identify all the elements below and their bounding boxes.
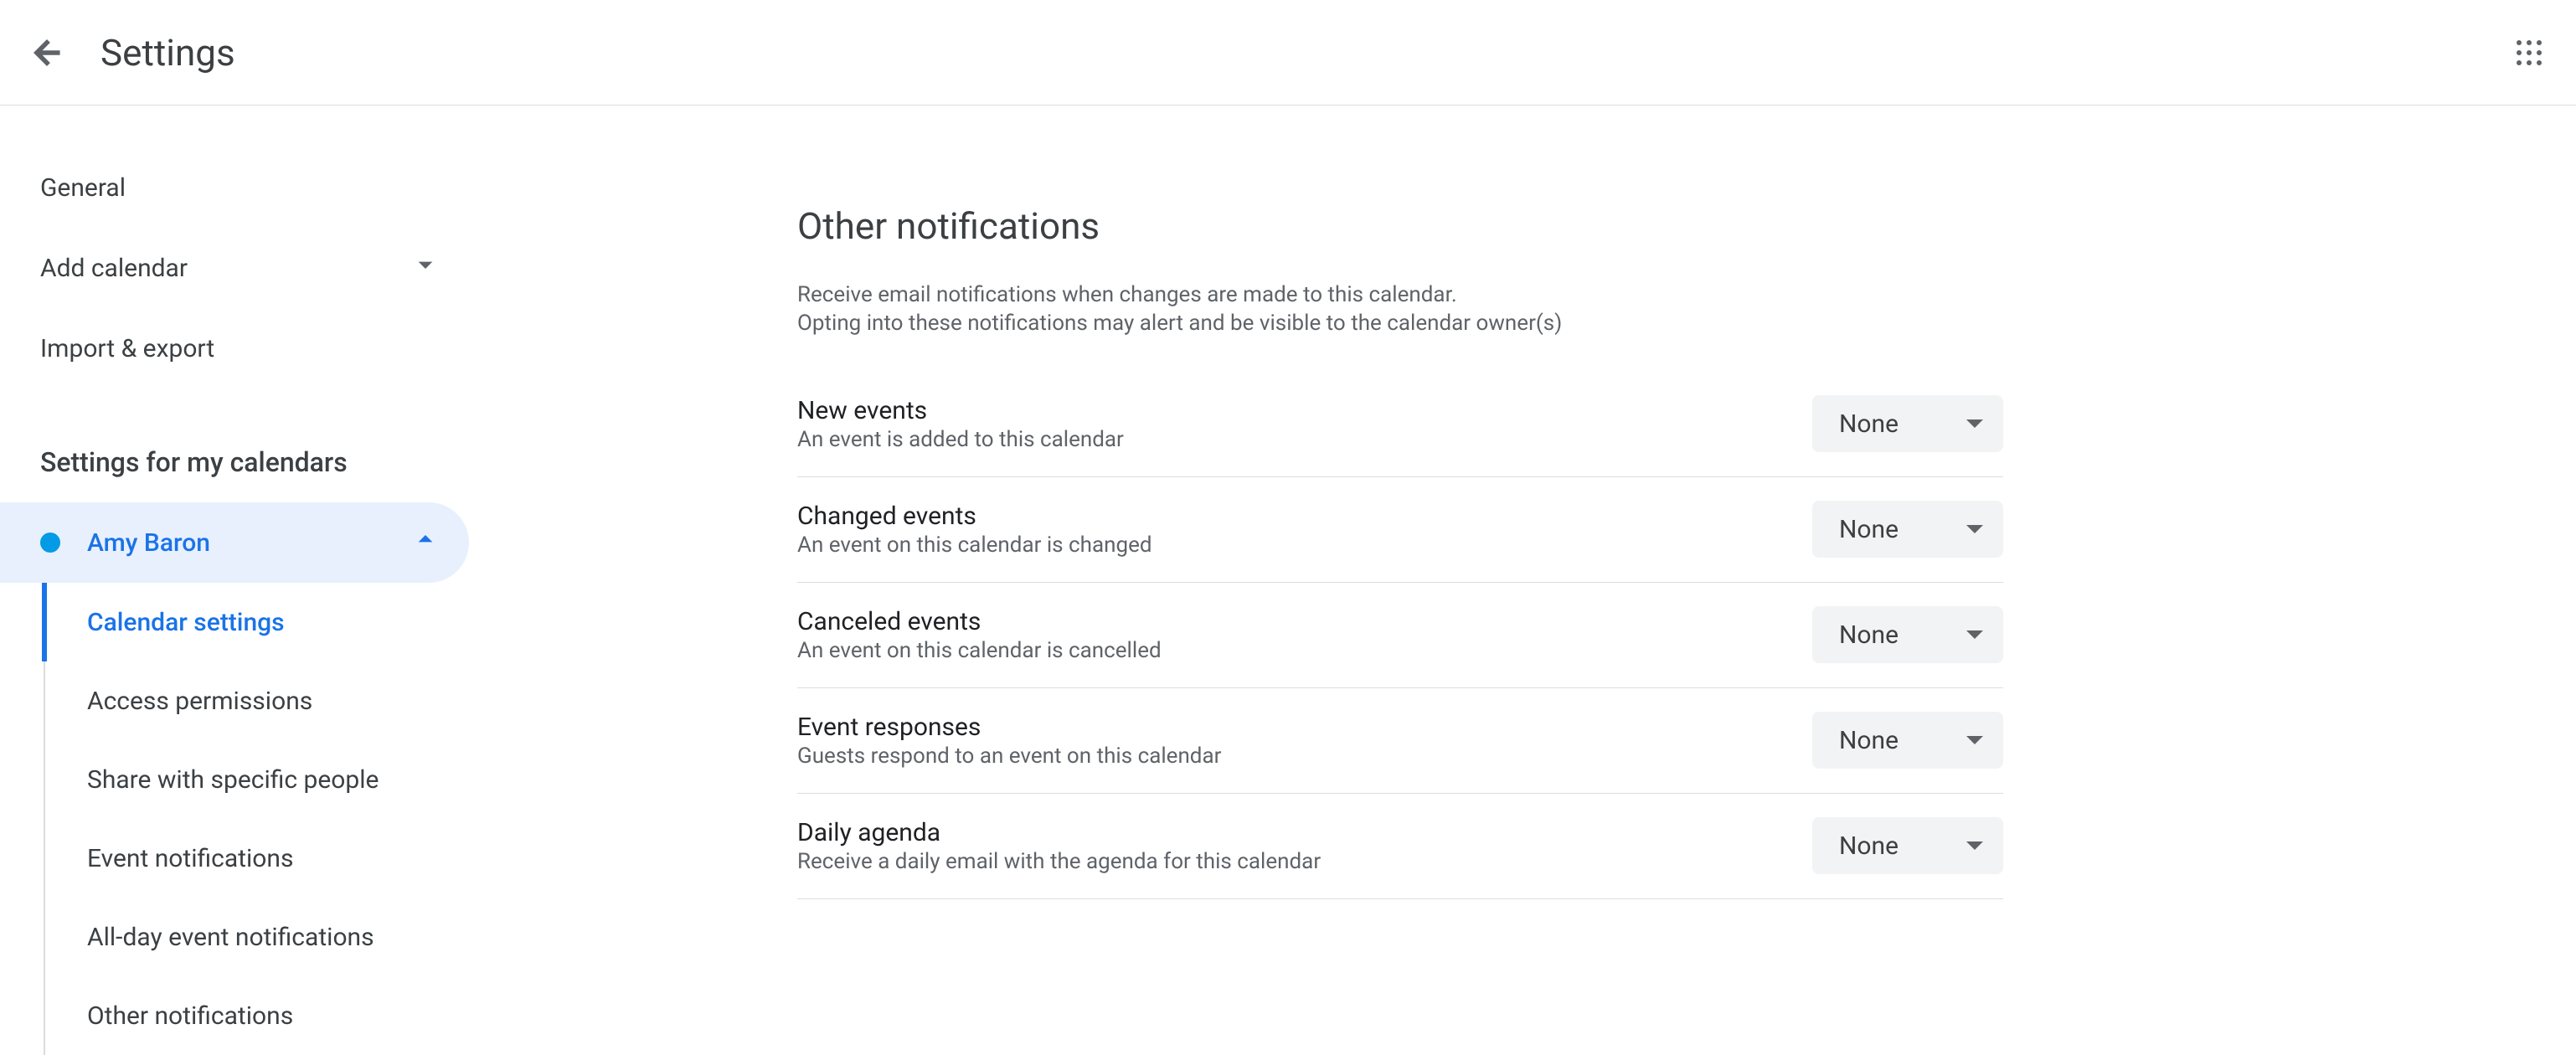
sidebar-item-import-export[interactable]: Import & export [0, 308, 469, 389]
settings-main: Other notifications Receive email notifi… [469, 106, 2576, 1055]
setting-row-changed-events: Changed events An event on this calendar… [797, 477, 2003, 583]
section-title-other-notifications: Other notifications [797, 204, 2576, 248]
sidebar-sub-calendar-settings[interactable]: Calendar settings [0, 583, 469, 661]
settings-sidebar: General Add calendar Import & export Set… [0, 106, 469, 1055]
select-daily-agenda[interactable]: None [1812, 817, 2003, 874]
chevron-up-icon [409, 522, 442, 563]
sidebar-item-label: General [40, 173, 126, 203]
desc-line: Receive email notifications when changes… [797, 281, 2576, 310]
setting-row-daily-agenda: Daily agenda Receive a daily email with … [797, 794, 2003, 899]
sidebar-section-header: Settings for my calendars [0, 422, 469, 502]
chevron-down-icon [409, 248, 442, 288]
select-value: None [1839, 726, 1899, 755]
sidebar-calendar-amy-baron[interactable]: Amy Baron [0, 502, 469, 583]
select-value: None [1839, 515, 1899, 544]
select-value: None [1839, 620, 1899, 650]
app-header: Settings [0, 0, 2576, 106]
setting-title: Canceled events [797, 607, 1812, 636]
dropdown-caret-icon [1966, 626, 1983, 643]
sidebar-item-label: Import & export [40, 334, 214, 363]
setting-row-canceled-events: Canceled events An event on this calenda… [797, 583, 2003, 688]
sidebar-sub-all-day-event-notifications[interactable]: All-day event notifications [0, 898, 469, 976]
sidebar-sub-other-notifications[interactable]: Other notifications [0, 976, 469, 1055]
setting-title: New events [797, 396, 1812, 425]
select-new-events[interactable]: None [1812, 395, 2003, 452]
select-canceled-events[interactable]: None [1812, 606, 2003, 663]
select-value: None [1839, 831, 1899, 861]
select-event-responses[interactable]: None [1812, 712, 2003, 769]
calendar-name-label: Amy Baron [87, 528, 210, 558]
notification-settings-list: New events An event is added to this cal… [797, 372, 2003, 899]
apps-grid-icon [2514, 38, 2544, 68]
dropdown-caret-icon [1966, 415, 1983, 432]
sidebar-sub-label: Share with specific people [87, 765, 379, 795]
setting-row-new-events: New events An event is added to this cal… [797, 372, 2003, 477]
desc-line: Opting into these notifications may aler… [797, 310, 2576, 338]
sidebar-item-label: Add calendar [40, 254, 188, 283]
setting-subtitle: An event is added to this calendar [797, 427, 1812, 452]
sidebar-sub-share-specific-people[interactable]: Share with specific people [0, 740, 469, 819]
setting-subtitle: An event on this calendar is changed [797, 533, 1812, 558]
setting-title: Event responses [797, 713, 1812, 742]
sidebar-item-general[interactable]: General [0, 147, 469, 228]
select-changed-events[interactable]: None [1812, 501, 2003, 558]
setting-subtitle: Guests respond to an event on this calen… [797, 744, 1812, 769]
sidebar-sub-event-notifications[interactable]: Event notifications [0, 819, 469, 898]
section-description: Receive email notifications when changes… [797, 281, 2576, 338]
dropdown-caret-icon [1966, 732, 1983, 749]
sidebar-sub-label: Other notifications [87, 1001, 293, 1031]
google-apps-button[interactable] [2509, 33, 2549, 73]
setting-title: Changed events [797, 502, 1812, 531]
calendar-color-dot [40, 533, 60, 553]
sidebar-sub-label: All-day event notifications [87, 923, 374, 952]
dropdown-caret-icon [1966, 521, 1983, 538]
setting-title: Daily agenda [797, 818, 1812, 847]
sidebar-sub-label: Event notifications [87, 844, 293, 873]
sidebar-sub-access-permissions[interactable]: Access permissions [0, 661, 469, 740]
sidebar-item-add-calendar[interactable]: Add calendar [0, 228, 469, 308]
select-value: None [1839, 409, 1899, 439]
setting-row-event-responses: Event responses Guests respond to an eve… [797, 688, 2003, 794]
setting-subtitle: An event on this calendar is cancelled [797, 638, 1812, 663]
sidebar-sub-label: Calendar settings [87, 608, 285, 637]
page-title: Settings [100, 31, 235, 75]
dropdown-caret-icon [1966, 837, 1983, 854]
setting-subtitle: Receive a daily email with the agenda fo… [797, 849, 1812, 874]
arrow-left-icon [28, 34, 65, 71]
sidebar-sub-list: Calendar settings Access permissions Sha… [0, 583, 469, 1055]
sidebar-sub-label: Access permissions [87, 687, 312, 716]
back-button[interactable] [27, 33, 67, 73]
